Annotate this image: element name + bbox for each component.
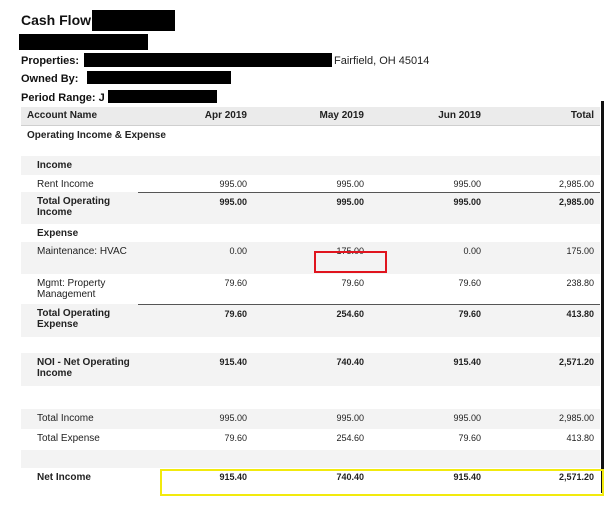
column-header-account: Account Name bbox=[21, 107, 138, 126]
cell-value: 995.00 bbox=[219, 179, 247, 189]
spacer-row bbox=[21, 386, 600, 409]
cell-value: 79.60 bbox=[224, 278, 247, 288]
cell-value: 0.00 bbox=[463, 246, 481, 256]
cell-value: 79.60 bbox=[370, 303, 487, 337]
table-row: Rent Income 995.00 995.00 995.00 2,985.0… bbox=[21, 175, 600, 192]
column-header-may: May 2019 bbox=[253, 107, 370, 126]
owned-by-label: Owned By: bbox=[21, 73, 79, 85]
row-label: Total Expense bbox=[37, 433, 100, 444]
section-row: Operating Income & Expense bbox=[21, 125, 600, 156]
cell-value: 2,985.00 bbox=[558, 413, 594, 423]
cell-value: 995.00 bbox=[453, 413, 481, 423]
cell-value: 995.00 bbox=[336, 179, 364, 189]
cell-value: 238.80 bbox=[566, 278, 594, 288]
highlight-box-yellow bbox=[160, 469, 604, 496]
cell-value: 995.00 bbox=[336, 413, 364, 423]
properties-label: Properties: bbox=[21, 55, 80, 67]
cell-value: 995.00 bbox=[138, 191, 253, 224]
cell-value: 413.80 bbox=[487, 303, 600, 337]
cell-value: 175.00 bbox=[566, 246, 594, 256]
cell-value: 995.00 bbox=[219, 413, 247, 423]
highlight-box-red bbox=[314, 251, 387, 273]
cell-value: 2,571.20 bbox=[558, 357, 594, 367]
row-label: Total Income bbox=[37, 413, 94, 424]
table-row: Total Operating Income 995.00 995.00 995… bbox=[21, 191, 600, 224]
right-border-line bbox=[601, 101, 604, 493]
report-title: Cash Flow bbox=[21, 12, 92, 28]
cell-value: 79.60 bbox=[458, 433, 481, 443]
section-row: Income bbox=[21, 156, 600, 175]
section-heading: Expense bbox=[37, 228, 79, 239]
cash-flow-table: Account Name Apr 2019 May 2019 Jun 2019 … bbox=[21, 107, 600, 490]
redaction-bar bbox=[87, 71, 231, 84]
table-row: Maintenance: HVAC 0.00 175.00 0.00 175.0… bbox=[21, 242, 600, 274]
cell-value: 995.00 bbox=[453, 179, 481, 189]
cell-value: 79.60 bbox=[138, 303, 253, 337]
cell-value: 2,985.00 bbox=[487, 191, 600, 224]
cell-value: 254.60 bbox=[336, 433, 364, 443]
cell-value: 79.60 bbox=[341, 278, 364, 288]
section-row: Expense bbox=[21, 224, 600, 242]
table-header-row: Account Name Apr 2019 May 2019 Jun 2019 … bbox=[21, 107, 600, 126]
cell-value: 995.00 bbox=[253, 191, 370, 224]
cell-value: 2,985.00 bbox=[558, 179, 594, 189]
cell-value: 0.00 bbox=[229, 246, 247, 256]
redaction-bar bbox=[92, 10, 175, 31]
redaction-bar bbox=[108, 90, 217, 103]
section-heading: Operating Income & Expense bbox=[27, 129, 166, 141]
cell-value: 915.40 bbox=[453, 357, 481, 367]
spacer-row bbox=[21, 450, 600, 468]
row-label: Total Operating Expense bbox=[37, 308, 111, 330]
redaction-bar bbox=[19, 34, 148, 50]
table-row: NOI - Net Operating Income 915.40 740.40… bbox=[21, 353, 600, 386]
column-header-total: Total bbox=[487, 107, 600, 126]
cell-value: 79.60 bbox=[458, 278, 481, 288]
cell-value: 413.80 bbox=[566, 433, 594, 443]
spacer-row bbox=[21, 337, 600, 353]
cell-value: 915.40 bbox=[219, 357, 247, 367]
row-label: NOI - Net Operating Income bbox=[37, 357, 130, 379]
row-label: Net Income bbox=[37, 472, 91, 483]
redaction-bar bbox=[84, 53, 332, 67]
row-label: Mgmt: Property Management bbox=[37, 278, 106, 300]
row-label: Rent Income bbox=[37, 179, 94, 190]
column-header-apr: Apr 2019 bbox=[138, 107, 253, 126]
table-row: Mgmt: Property Management 79.60 79.60 79… bbox=[21, 274, 600, 304]
cell-value: 254.60 bbox=[253, 303, 370, 337]
table-row: Total Expense 79.60 254.60 79.60 413.80 bbox=[21, 429, 600, 450]
properties-location: Fairfield, OH 45014 bbox=[334, 55, 430, 67]
row-label: Maintenance: HVAC bbox=[37, 246, 127, 257]
cell-value: 740.40 bbox=[336, 357, 364, 367]
table-row: Total Income 995.00 995.00 995.00 2,985.… bbox=[21, 409, 600, 429]
section-heading: Income bbox=[37, 160, 73, 171]
table-row: Total Operating Expense 79.60 254.60 79.… bbox=[21, 303, 600, 337]
column-header-jun: Jun 2019 bbox=[370, 107, 487, 126]
cell-value: 79.60 bbox=[224, 433, 247, 443]
cell-value: 995.00 bbox=[370, 191, 487, 224]
row-label: Total Operating Income bbox=[37, 196, 111, 218]
period-range-label: Period Range: J bbox=[21, 92, 105, 104]
